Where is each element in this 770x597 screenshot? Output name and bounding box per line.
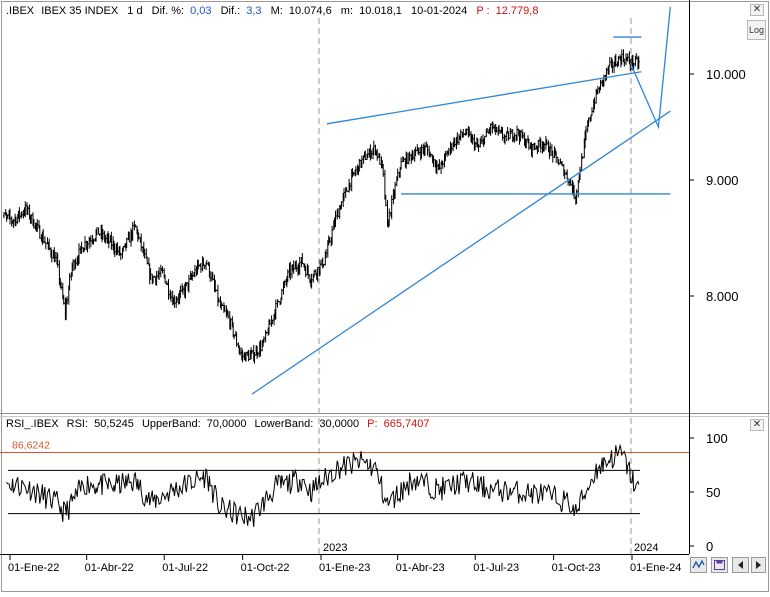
time-tick-label: 01-Ene-23 — [319, 562, 370, 574]
index-name: IBEX 35 INDEX — [41, 5, 119, 17]
zigzag-icon — [692, 559, 705, 569]
lower-band-value: 30,0000 — [319, 418, 359, 430]
lower-band-label: LowerBand: — [255, 418, 314, 430]
price-tick-label: 8.000 — [706, 289, 739, 304]
year-marker-label: 2024 — [634, 542, 658, 554]
time-tick-label: 01-Abr-23 — [396, 562, 445, 574]
dif-label: Dif.: — [221, 5, 241, 17]
chart-canvas[interactable]: .IBEX IBEX 35 INDEX 1 d Dif. %: 0,03 Dif… — [0, 0, 770, 594]
rsi-tick-label: 0 — [706, 539, 713, 554]
year-marker-label: 2023 — [323, 542, 347, 554]
rsi-max-label: 86,6242 — [12, 439, 50, 451]
price-header: .IBEX IBEX 35 INDEX 1 d Dif. %: 0,03 Dif… — [6, 5, 538, 17]
scroll-left-button[interactable] — [732, 557, 749, 573]
upper-band-label: UpperBand: — [142, 418, 201, 430]
time-tick-label: 01-Ene-22 — [8, 562, 59, 574]
close-panel-button[interactable]: ✕ — [750, 4, 764, 16]
rsi-value: 50,5245 — [94, 418, 134, 430]
time-tick-label: 01-Ene-24 — [630, 562, 681, 574]
max-value: 10.074,6 — [289, 5, 332, 17]
dif-value: 3,3 — [246, 5, 261, 17]
period: 1 d — [127, 5, 142, 17]
upper-band-value: 70,0000 — [207, 418, 247, 430]
right-arrow-icon — [756, 561, 761, 569]
time-tick-label: 01-Abr-22 — [85, 562, 134, 574]
time-tick-label: 01-Oct-23 — [552, 562, 601, 574]
rsi-tick-label: 50 — [706, 485, 720, 500]
dif-pct-label: Dif. %: — [152, 5, 184, 17]
price-tick-label: 9.000 — [706, 173, 739, 188]
time-tick-label: 01-Jul-22 — [162, 562, 208, 574]
time-tick-label: 01-Jul-23 — [473, 562, 519, 574]
symbol: .IBEX — [6, 5, 35, 17]
bar-date: 10-01-2024 — [411, 5, 467, 17]
log-scale-button[interactable]: Log — [747, 20, 766, 40]
max-label: M: — [271, 5, 283, 17]
rsi-label: RSI: — [67, 418, 88, 430]
scroll-right-button[interactable] — [751, 557, 766, 573]
rsi-symbol: RSI_.IBEX — [6, 418, 59, 430]
rsi-p-label: P: — [367, 418, 377, 430]
min-value: 10.018,1 — [359, 5, 402, 17]
close-rsi-panel-button[interactable]: ✕ — [750, 419, 764, 431]
price-label: P : — [476, 5, 489, 17]
zigzag-button[interactable] — [690, 557, 707, 573]
save-button[interactable] — [711, 557, 728, 573]
left-arrow-icon — [738, 561, 743, 569]
rsi-p-value: 665,7407 — [384, 418, 430, 430]
window-background — [0, 0, 770, 594]
time-tick-label: 01-Oct-22 — [241, 562, 290, 574]
save-icon — [714, 560, 725, 570]
price-value: 12.779,8 — [496, 5, 539, 17]
rsi-tick-label: 100 — [706, 431, 728, 446]
chart-window: .IBEX IBEX 35 INDEX 1 d Dif. %: 0,03 Dif… — [0, 0, 770, 594]
min-label: m: — [341, 5, 353, 17]
price-tick-label: 10.000 — [706, 67, 746, 82]
dif-pct-value: 0,03 — [190, 5, 211, 17]
